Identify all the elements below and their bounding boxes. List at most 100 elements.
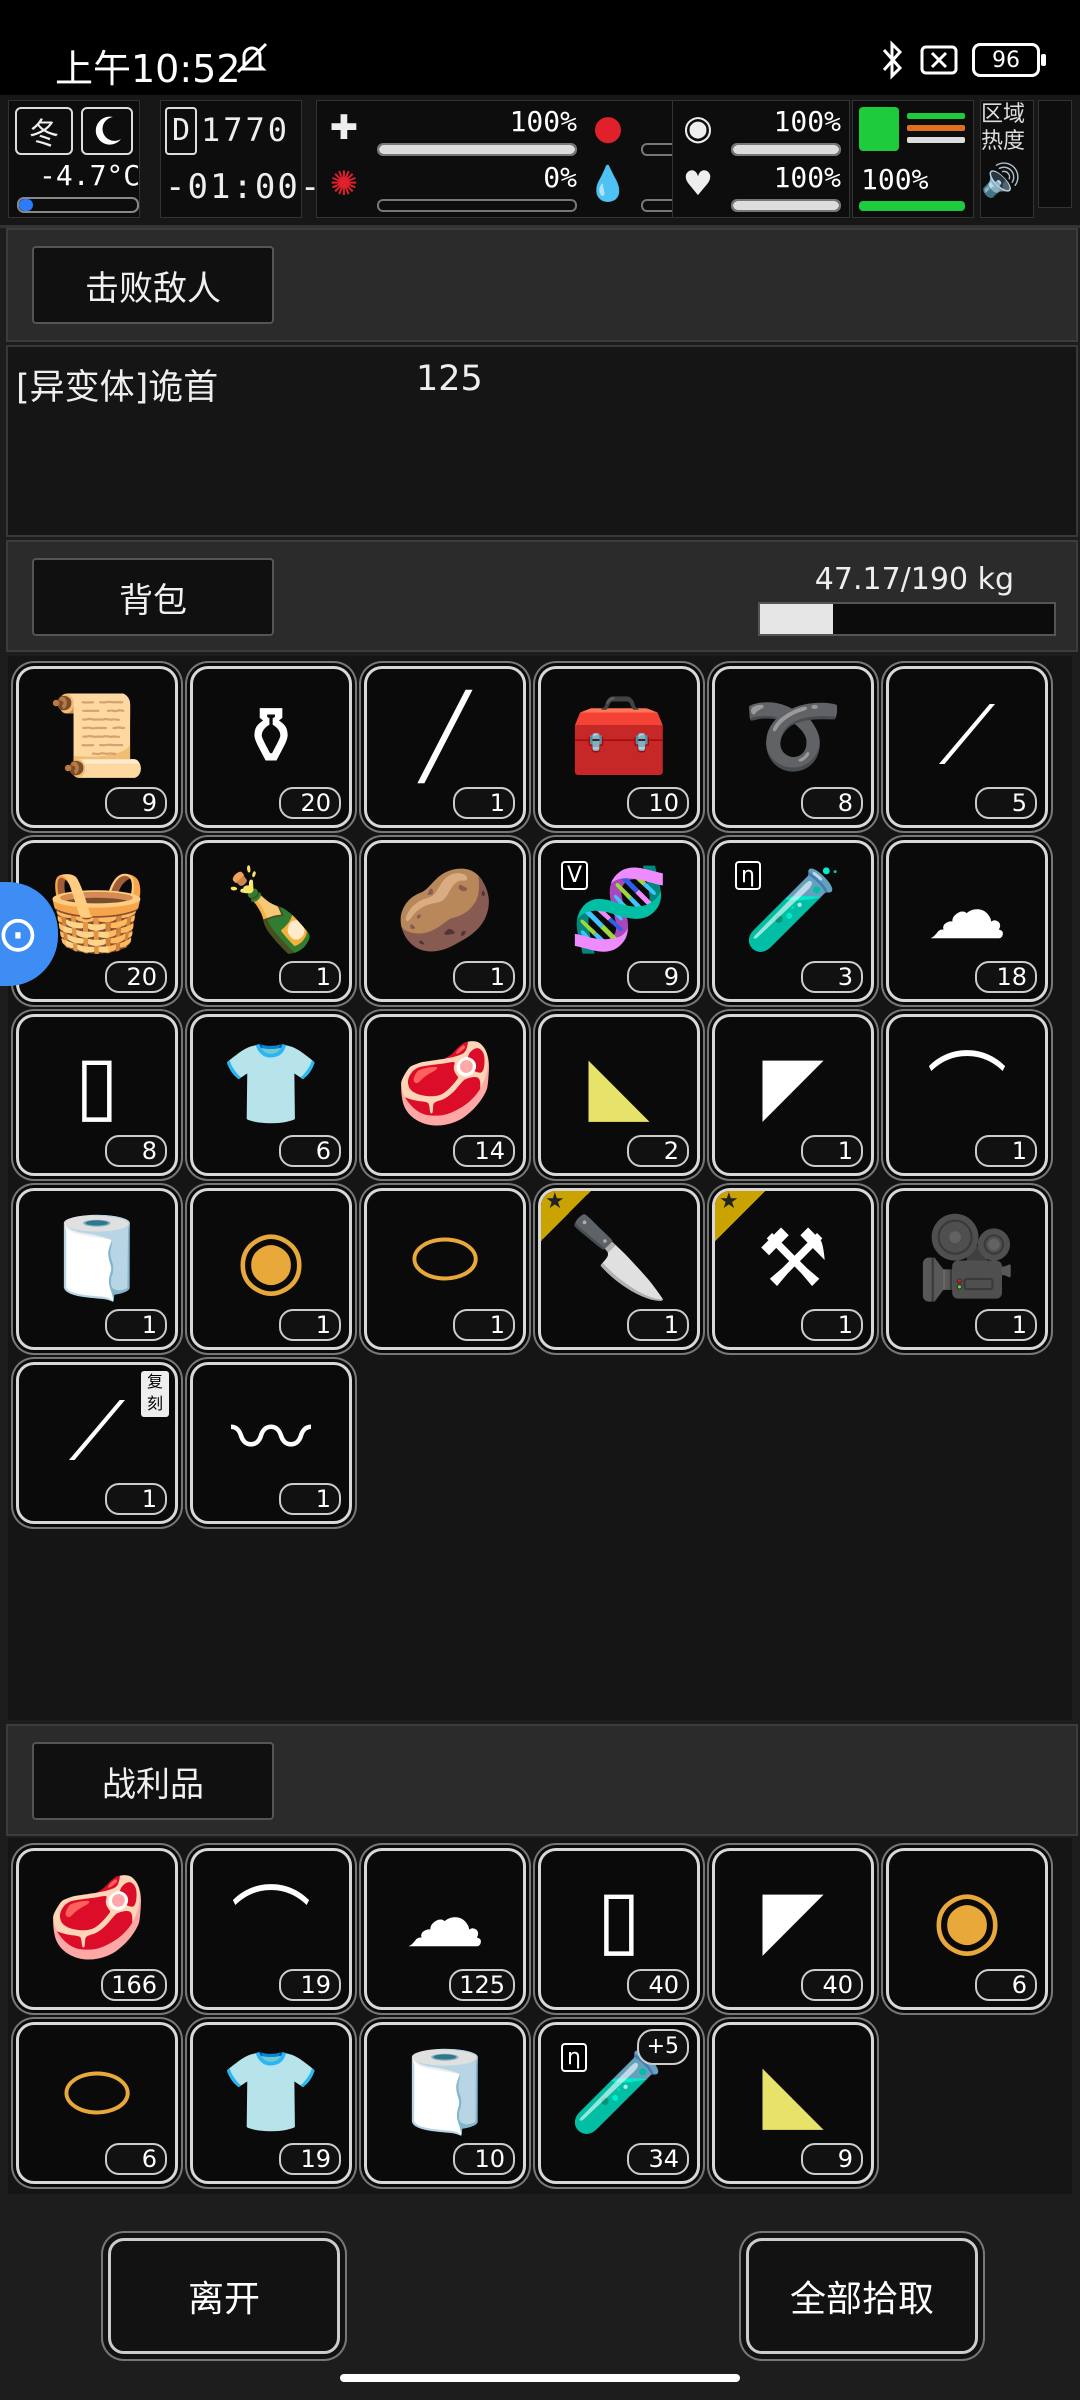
bluetooth-icon xyxy=(882,40,903,80)
item-count: 1 xyxy=(105,1483,167,1515)
toolbox-icon: 🧰 xyxy=(569,689,669,782)
item-slot[interactable]: ➰ 8 xyxy=(712,666,874,828)
item-slot[interactable]: 🧻 1 xyxy=(16,1188,178,1350)
item-slot[interactable]: ☁ 125 xyxy=(364,1848,526,2010)
stat-heart: ♥ 100% xyxy=(675,161,845,213)
item-slot[interactable]: 🧪 η 3 xyxy=(712,840,874,1002)
status-time: 上午10:52 xyxy=(55,47,241,91)
enemy-name: [异变体]诡首 xyxy=(16,368,219,408)
needles-icon: ⟋ xyxy=(939,689,995,782)
item-slot[interactable]: 🧰 10 xyxy=(538,666,700,828)
season-label: 冬 xyxy=(15,107,73,155)
backpack-weight: 47.17/190 kg xyxy=(814,562,1014,597)
paper-roll-icon: 🧻 xyxy=(395,2045,495,2138)
stat-heart-value: 100% xyxy=(773,161,841,194)
item-count: 20 xyxy=(279,787,341,819)
heart-icon: ♥ xyxy=(682,164,714,204)
item-slot[interactable]: ◤ 40 xyxy=(712,1848,874,2010)
turret-icon: 🎥 xyxy=(917,1211,1017,1304)
item-grade-label: V xyxy=(561,861,589,890)
item-count: 1 xyxy=(801,1309,863,1341)
day-marker: D xyxy=(165,107,197,155)
item-slot[interactable]: 🍾 1 xyxy=(190,840,352,1002)
item-count: 1 xyxy=(453,961,515,993)
item-slot[interactable]: ☁ 18 xyxy=(886,840,1048,1002)
star-badge-icon: ★ xyxy=(541,1191,601,1251)
stat-health: ✚ 100% xyxy=(321,105,581,157)
item-bonus-badge: +5 xyxy=(636,2029,689,2065)
bottles-icon: ⚱ xyxy=(237,689,305,783)
item-count: 1 xyxy=(453,1309,515,1341)
spool-icon: ⬭ xyxy=(62,2045,132,2138)
item-count: 166 xyxy=(101,1969,167,2001)
brain-icon: ✺ xyxy=(329,164,359,204)
item-slot[interactable]: 🔪 ★ 1 xyxy=(538,1188,700,1350)
item-count: 125 xyxy=(449,1969,515,2001)
status-bar: 上午10:52 96 xyxy=(0,0,1080,95)
item-slot[interactable]: ⟋ 5 xyxy=(886,666,1048,828)
item-slot[interactable]: ◣ 9 xyxy=(712,2022,874,2184)
defeated-enemy-tab[interactable]: 击败敌人 xyxy=(32,246,274,324)
folded-cloth-icon: ◤ xyxy=(762,1871,824,1965)
blood-drop-icon: 💧 xyxy=(586,164,630,204)
folded-cloth-icon: ◤ xyxy=(762,1037,824,1131)
item-slot[interactable]: ⌒ 19 xyxy=(190,1848,352,2010)
region-heat[interactable]: 区域 热度 🔊 xyxy=(980,100,1034,218)
item-slot[interactable]: ◣ 2 xyxy=(538,1014,700,1176)
item-slot[interactable]: 🥩 166 xyxy=(16,1848,178,2010)
defeated-enemy-list: [异变体]诡首 125 xyxy=(6,345,1078,537)
item-slot[interactable]: ⟋ 复刻 1 xyxy=(16,1362,178,1524)
item-slot[interactable]: ╱ 1 xyxy=(364,666,526,828)
item-slot[interactable]: ▯ 40 xyxy=(538,1848,700,2010)
item-slot[interactable]: ⬭ 6 xyxy=(16,2022,178,2184)
item-slot[interactable]: 🧬 V 9 xyxy=(538,840,700,1002)
leave-button[interactable]: 离开 xyxy=(108,2238,340,2354)
item-count: 9 xyxy=(801,2143,863,2175)
item-slot[interactable]: ⬭ 1 xyxy=(364,1188,526,1350)
item-count: 5 xyxy=(975,787,1037,819)
item-slot[interactable]: 👕 19 xyxy=(190,2022,352,2184)
status-icons: 96 xyxy=(878,40,1046,80)
item-slot[interactable]: 📜 9 xyxy=(16,666,178,828)
item-slot[interactable]: ⚱ 20 xyxy=(190,666,352,828)
water-icon: ◉ xyxy=(683,108,713,148)
item-count: 40 xyxy=(627,1969,689,2001)
item-count: 34 xyxy=(627,2143,689,2175)
loot-tab[interactable]: 战利品 xyxy=(32,1742,274,1820)
item-slot[interactable]: 🎥 1 xyxy=(886,1188,1048,1350)
item-count: 1 xyxy=(279,961,341,993)
item-slot[interactable]: ⚒ ★ 1 xyxy=(712,1188,874,1350)
item-count: 1 xyxy=(279,1483,341,1515)
backpack-tab[interactable]: 背包 xyxy=(32,558,274,636)
item-slot[interactable]: ◉ 6 xyxy=(886,1848,1048,2010)
item-count: 8 xyxy=(105,1135,167,1167)
home-indicator[interactable] xyxy=(340,2374,740,2382)
spool-icon: ⬭ xyxy=(410,1211,480,1304)
medkit-icon: ✚ xyxy=(329,108,359,148)
item-count: 20 xyxy=(105,961,167,993)
region-label: 区域 xyxy=(981,102,1026,127)
stamina-bar xyxy=(859,201,965,211)
take-all-button[interactable]: 全部拾取 xyxy=(746,2238,978,2354)
item-count: 6 xyxy=(279,1135,341,1167)
item-slot[interactable]: 🥔 1 xyxy=(364,840,526,1002)
item-count: 9 xyxy=(105,787,167,819)
item-slot[interactable]: ⌒ 1 xyxy=(886,1014,1048,1176)
item-count: 19 xyxy=(279,2143,341,2175)
yellow-cloth-icon: ◣ xyxy=(762,2045,824,2139)
towel-icon: ⌒ xyxy=(927,1044,1007,1137)
speaker-icon[interactable]: 🔊 xyxy=(981,161,1033,199)
clock-panel: D 1770 -01:00- xyxy=(160,100,320,218)
item-slot[interactable]: ◤ 1 xyxy=(712,1014,874,1176)
item-slot[interactable]: ▯ 8 xyxy=(16,1014,178,1176)
item-slot[interactable]: 🧪 η +5 34 xyxy=(538,2022,700,2184)
item-slot[interactable]: 🧻 10 xyxy=(364,2022,526,2184)
item-slot[interactable]: ◉ 1 xyxy=(190,1188,352,1350)
item-grade-label: η xyxy=(735,861,761,890)
item-slot[interactable]: 🥩 14 xyxy=(364,1014,526,1176)
stamina-bars xyxy=(907,113,965,149)
item-slot[interactable]: 〰 1 xyxy=(190,1362,352,1524)
item-count: 1 xyxy=(453,787,515,819)
item-slot[interactable]: 👕 6 xyxy=(190,1014,352,1176)
stat-brain-value: 0% xyxy=(543,161,577,194)
